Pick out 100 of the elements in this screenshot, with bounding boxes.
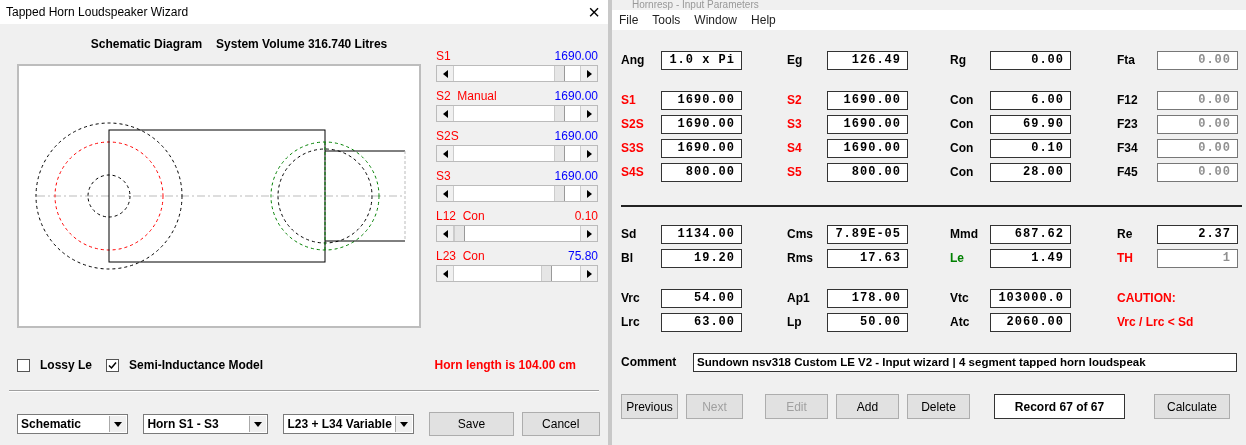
slider-thumb[interactable] [541, 266, 553, 281]
parameter-label: F34 [1117, 141, 1139, 155]
left-arrow-icon[interactable] [442, 109, 448, 118]
slider[interactable] [436, 225, 598, 242]
parameter-field[interactable]: 1.0 x Pi [661, 50, 742, 70]
parameter-field[interactable]: 178.00 [827, 288, 908, 308]
parameter-field[interactable]: 1.49 [990, 248, 1071, 268]
slider-thumb[interactable] [454, 226, 465, 241]
parameter-label: S4 [787, 141, 803, 155]
parameter-field[interactable]: 800.00 [661, 162, 742, 182]
parameter-label: Rms [787, 251, 814, 265]
left-arrow-icon[interactable] [442, 229, 448, 238]
parameter-label: Vrc [621, 291, 641, 305]
parameter-field[interactable]: 103000.0 [990, 288, 1071, 308]
menu-item[interactable]: File [619, 13, 639, 27]
parameter-label: TH [1117, 251, 1134, 265]
right-arrow-icon[interactable] [586, 229, 592, 238]
close-button[interactable]: × [588, 2, 600, 22]
menu-item[interactable]: Window [694, 13, 738, 27]
parameter-label: F45 [1117, 165, 1139, 179]
parameter-field[interactable]: 2.37 [1157, 224, 1238, 244]
parameter-label: Rg [950, 53, 967, 67]
parameter-label: F23 [1117, 117, 1139, 131]
parameter-label: Ang [621, 53, 646, 67]
right-arrow-icon[interactable] [586, 109, 592, 118]
dialog-button[interactable]: Cancel [521, 412, 600, 436]
slider-value: 75.80 [567, 249, 598, 263]
nav-button[interactable]: Delete [907, 394, 970, 419]
right-arrow-icon[interactable] [586, 189, 592, 198]
comment-field[interactable]: Sundown nsv318 Custom LE V2 - Input wizard | 4 segment tapped horn loudspeak [693, 352, 1237, 372]
parameter-field[interactable]: 800.00 [827, 162, 908, 182]
nav-button[interactable]: Add [836, 394, 899, 419]
checkbox-label[interactable]: Lossy Le [40, 358, 93, 372]
parameter-field[interactable]: 54.00 [661, 288, 742, 308]
slider-thumb[interactable] [554, 66, 566, 81]
dropdown-arrow-icon [254, 421, 263, 427]
checkbox-label[interactable]: Semi-Inductance Model [129, 358, 264, 372]
slider-thumb[interactable] [554, 146, 566, 161]
right-arrow-icon[interactable] [586, 149, 592, 158]
parameter-field[interactable]: 1690.00 [827, 138, 908, 158]
parameter-field[interactable]: 1690.00 [661, 114, 742, 134]
parameter-label: Con [950, 165, 975, 179]
parameter-field[interactable]: 63.00 [661, 312, 742, 332]
parameter-field[interactable]: 126.49 [827, 50, 908, 70]
comment-label: Comment [621, 355, 678, 369]
parameter-field[interactable]: 28.00 [990, 162, 1071, 182]
slider-label: S2S [436, 129, 459, 143]
parameter-label: S2 [787, 93, 803, 107]
slider-value: 0.10 [574, 209, 598, 223]
parameter-label: Con [950, 141, 975, 155]
parameter-label: Lp [787, 315, 803, 329]
slider[interactable] [436, 145, 598, 162]
nav-button[interactable]: Previous [621, 394, 678, 419]
parameter-field[interactable]: 0.00 [990, 50, 1071, 70]
parameter-field[interactable]: 6.00 [990, 90, 1071, 110]
dropdown[interactable]: Schematic [17, 414, 129, 434]
parameter-field[interactable]: 19.20 [661, 248, 742, 268]
dropdown[interactable]: L23 + L34 Variable [283, 414, 415, 434]
parameter-field[interactable]: 50.00 [827, 312, 908, 332]
left-arrow-icon[interactable] [442, 69, 448, 78]
slider-label: S1 [436, 49, 451, 63]
parameter-field[interactable]: 2060.00 [990, 312, 1071, 332]
right-arrow-icon[interactable] [586, 269, 592, 278]
checkbox[interactable] [17, 358, 30, 372]
slider-thumb[interactable] [554, 186, 566, 201]
menu-item[interactable]: Tools [652, 13, 681, 27]
nav-button[interactable]: Calculate [1154, 394, 1230, 419]
slider[interactable] [436, 265, 598, 282]
parameter-field[interactable]: 17.63 [827, 248, 908, 268]
dropdown[interactable]: Horn S1 - S3 [143, 414, 269, 434]
parameter-field[interactable]: 1690.00 [827, 114, 908, 134]
slider-value: 1690.00 [554, 129, 598, 143]
horn-length-text: Horn length is 104.00 cm [434, 358, 576, 372]
parameter-label: Atc [950, 315, 971, 329]
parameter-field[interactable]: 1690.00 [661, 90, 742, 110]
parameter-field[interactable]: 1690.00 [827, 90, 908, 110]
parameter-field[interactable]: 0.10 [990, 138, 1071, 158]
parameter-label: Re [1117, 227, 1134, 241]
dropdown-arrow-icon [114, 421, 123, 427]
parameter-field[interactable]: 69.90 [990, 114, 1071, 134]
left-arrow-icon[interactable] [442, 149, 448, 158]
left-arrow-icon[interactable] [442, 189, 448, 198]
parameter-field[interactable]: 687.62 [990, 224, 1071, 244]
parameter-field[interactable]: 1690.00 [661, 138, 742, 158]
slider[interactable] [436, 65, 598, 82]
parameter-field[interactable]: 1134.00 [661, 224, 742, 244]
slider[interactable] [436, 185, 598, 202]
parameter-label: Fta [1117, 53, 1136, 67]
right-arrow-icon[interactable] [586, 69, 592, 78]
parameter-label: Cms [787, 227, 814, 241]
dialog-button[interactable]: Save [429, 412, 514, 436]
menu-item[interactable]: Help [751, 13, 776, 27]
slider[interactable] [436, 105, 598, 122]
dropdown-arrow-icon [400, 421, 409, 427]
parameter-label: S3 [787, 117, 803, 131]
checkbox[interactable] [106, 358, 120, 372]
left-arrow-icon[interactable] [442, 269, 448, 278]
slider-thumb[interactable] [554, 106, 566, 121]
parameter-field[interactable]: 7.89E-05 [827, 224, 908, 244]
parameter-label: S4S [621, 165, 645, 179]
